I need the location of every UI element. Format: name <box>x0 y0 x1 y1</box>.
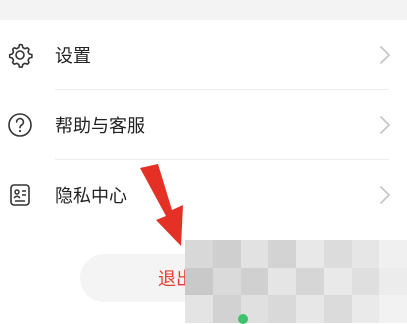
menu-item-label: 隐私中心 <box>55 186 127 207</box>
gear-icon <box>6 41 34 69</box>
privacy-card-icon <box>6 181 34 209</box>
pixelated-watermark <box>185 240 407 323</box>
menu-item-label: 设置 <box>55 46 91 67</box>
menu-item-privacy[interactable]: 隐私中心 <box>0 160 407 230</box>
menu-item-label: 帮助与客服 <box>55 116 145 137</box>
chevron-right-icon <box>379 115 391 135</box>
settings-menu: 设置 帮助与客服 隐私中心 <box>0 20 407 230</box>
chevron-right-icon <box>379 185 391 205</box>
chevron-right-icon <box>379 45 391 65</box>
question-circle-icon <box>6 111 34 139</box>
menu-item-help[interactable]: 帮助与客服 <box>0 90 407 160</box>
top-separator-strip <box>0 0 407 20</box>
menu-item-settings[interactable]: 设置 <box>0 20 407 90</box>
